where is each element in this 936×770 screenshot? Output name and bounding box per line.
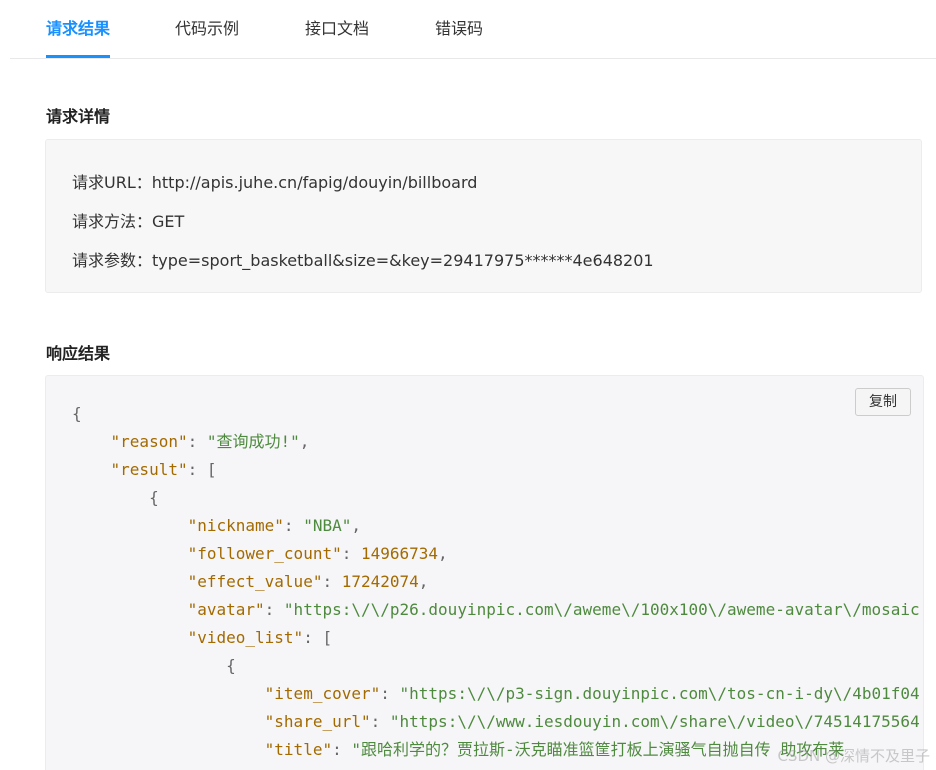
json-key: "share_url" <box>264 712 371 731</box>
response-json-code: { "reason": "查询成功!", "result": [ { "nick… <box>72 400 920 764</box>
json-value: "NBA" <box>303 516 352 535</box>
json-key: "follower_count" <box>187 544 342 563</box>
json-key: "item_cover" <box>264 684 381 703</box>
code-line: "share_url": "https:\/\/www.iesdouyin.co… <box>264 712 920 731</box>
code-line: "reason": "查询成功!", <box>110 432 310 451</box>
json-key: "nickname" <box>187 516 284 535</box>
json-key: "reason" <box>110 432 188 451</box>
tab-error-codes[interactable]: 错误码 <box>435 18 483 58</box>
json-punct: , <box>299 432 310 451</box>
request-url-row: 请求URL：http://apis.juhe.cn/fapig/douyin/b… <box>72 169 477 193</box>
code-line: { <box>72 652 920 680</box>
json-value: 14966734 <box>360 544 439 563</box>
code-line: "effect_value": 17242074, <box>187 572 429 591</box>
json-punct: { <box>226 656 236 675</box>
tab-api-docs[interactable]: 接口文档 <box>305 18 369 58</box>
json-key: "effect_value" <box>187 572 323 591</box>
json-punct: , <box>438 544 448 563</box>
tab-bar: 请求结果 代码示例 接口文档 错误码 <box>10 0 936 59</box>
code-line: "follower_count": 14966734, <box>187 544 448 563</box>
json-key: "video_list" <box>187 628 304 647</box>
request-params-row: 请求参数：type=sport_basketball&size=&key=294… <box>72 247 654 271</box>
request-detail-title: 请求详情 <box>46 107 111 126</box>
code-line: "avatar": "https:\/\/p26.douyinpic.com\/… <box>187 600 920 619</box>
watermark: CSDN @深情不及里子 <box>777 747 930 765</box>
code-line: "nickname": "NBA", <box>187 516 361 535</box>
response-code-box: 复制 { "reason": "查询成功!", "result": [ { "n… <box>45 375 924 770</box>
page: 请求结果 代码示例 接口文档 错误码 请求详情 请求URL：http://api… <box>0 0 936 770</box>
tab-request-result[interactable]: 请求结果 <box>46 18 111 58</box>
json-key: "avatar" <box>187 600 265 619</box>
request-detail-box: 请求URL：http://apis.juhe.cn/fapig/douyin/b… <box>45 139 922 293</box>
code-line: "video_list": [ <box>187 628 333 647</box>
json-punct: , <box>418 572 429 591</box>
json-key: "title" <box>264 740 333 759</box>
request-params-value: type=sport_basketball&size=&key=29417975… <box>152 251 654 270</box>
json-value: "https:\/\/p26.douyinpic.com\/aweme\/100… <box>283 600 920 619</box>
json-punct: [ <box>206 460 217 479</box>
json-value: "https:\/\/www.iesdouyin.com\/share\/vid… <box>389 712 920 731</box>
json-punct: , <box>351 516 361 535</box>
tab-code-example[interactable]: 代码示例 <box>175 18 239 58</box>
json-value: 17242074 <box>341 572 419 591</box>
request-method-value: GET <box>152 212 185 231</box>
json-value: "查询成功!" <box>206 432 300 451</box>
code-line: "item_cover": "https:\/\/p3-sign.douyinp… <box>264 684 920 703</box>
json-value: "https:\/\/p3-sign.douyinpic.com\/tos-cn… <box>399 684 920 703</box>
response-title: 响应结果 <box>46 344 111 363</box>
json-value: "跟哈利学的？贾拉斯-沃克瞄准篮筐打板上演骚气自抛自传 助攻布莱 <box>351 740 845 759</box>
json-punct: { <box>149 488 159 507</box>
json-punct: { <box>72 404 82 423</box>
request-method-row: 请求方法：GET <box>72 208 184 232</box>
code-line: { <box>72 484 920 512</box>
json-punct: [ <box>322 628 333 647</box>
code-line: { <box>72 400 920 428</box>
request-url-value: http://apis.juhe.cn/fapig/douyin/billboa… <box>151 173 478 192</box>
request-method-label: 请求方法： <box>72 212 153 231</box>
request-params-label: 请求参数： <box>72 251 153 270</box>
code-line: "result": [ <box>110 460 217 479</box>
json-key: "result" <box>110 460 188 479</box>
request-url-label: 请求URL： <box>72 173 152 192</box>
